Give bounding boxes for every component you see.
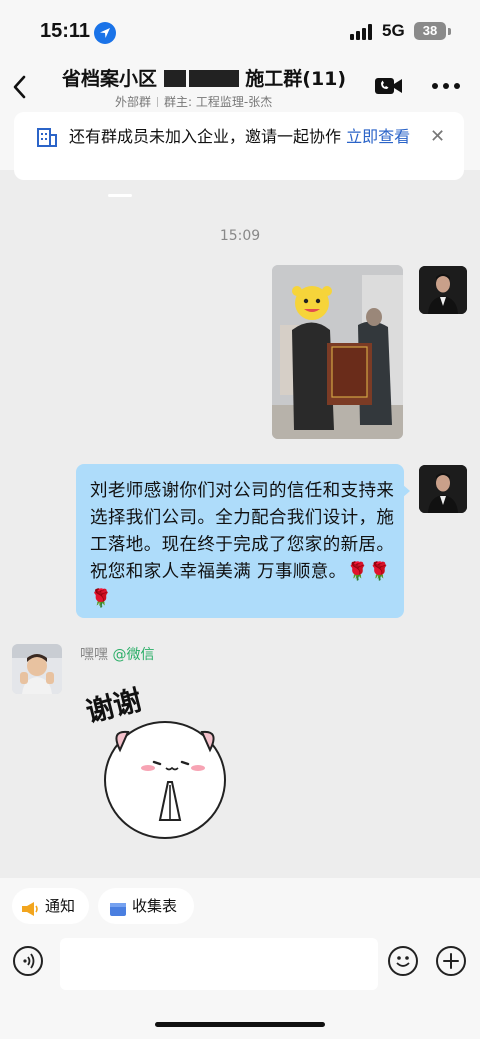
location-arrow-icon [94,22,116,44]
network-label: 5G [382,21,405,40]
group-subtitle: 外部群 群主: 工程监理-张杰 [115,93,272,110]
emoji-icon[interactable] [388,946,418,976]
group-title[interactable]: 省档案小区 施工群(11) [62,64,346,91]
group-owner: 群主: 工程监理-张杰 [164,95,273,109]
message-text: 刘老师感谢你们对公司的信任和支持来选择我们公司。全力配合我们设计，施工落地。现在… [90,481,395,609]
banner-text: 还有群成员未加入企业，邀请一起协作 立即查看 [69,126,414,148]
title-suffix: 施工群(11) [245,68,347,90]
title-prefix: 省档案小区 [62,68,158,90]
notice-label: 通知 [45,897,76,915]
collect-form-label: 收集表 [132,897,178,915]
thanks-sticker[interactable]: 谢谢 [80,670,250,850]
megaphone-icon [20,896,40,932]
status-time: 15:11 [40,20,91,42]
more-icon[interactable] [432,83,460,89]
bubble-tail [402,484,410,498]
banner-message: 还有群成员未加入企业，邀请一起协作 [69,127,347,146]
external-group-tag: 外部群 [115,95,152,109]
avatar[interactable] [419,465,467,513]
sender-name: 嘿嘿 @微信 [80,644,154,664]
divider [108,194,132,197]
message-timestamp: 15:09 [219,228,261,244]
redacted-block [163,70,186,87]
notice-chip[interactable]: 通知 [12,888,89,924]
building-icon [36,126,58,152]
battery-tip [448,28,451,35]
form-icon [108,896,128,932]
back-chevron-icon[interactable] [10,72,30,102]
battery-icon: 38 [414,22,446,40]
avatar[interactable] [12,644,62,694]
sticker-caption: 谢谢 [83,683,145,729]
avatar[interactable] [419,266,467,314]
video-call-icon[interactable] [374,76,404,96]
voice-icon[interactable] [13,946,43,976]
signal-icon [350,24,376,40]
plus-icon[interactable] [436,946,466,976]
redacted-block [188,70,239,87]
close-icon[interactable]: ✕ [430,126,445,147]
sent-photo[interactable] [272,265,403,439]
home-indicator [155,1022,325,1027]
banner-view-link[interactable]: 立即查看 [346,127,410,146]
collect-form-chip[interactable]: 收集表 [98,888,194,924]
sender-platform: @微信 [112,647,155,663]
sender-nickname: 嘿嘿 [80,647,108,663]
message-input[interactable] [60,938,378,990]
